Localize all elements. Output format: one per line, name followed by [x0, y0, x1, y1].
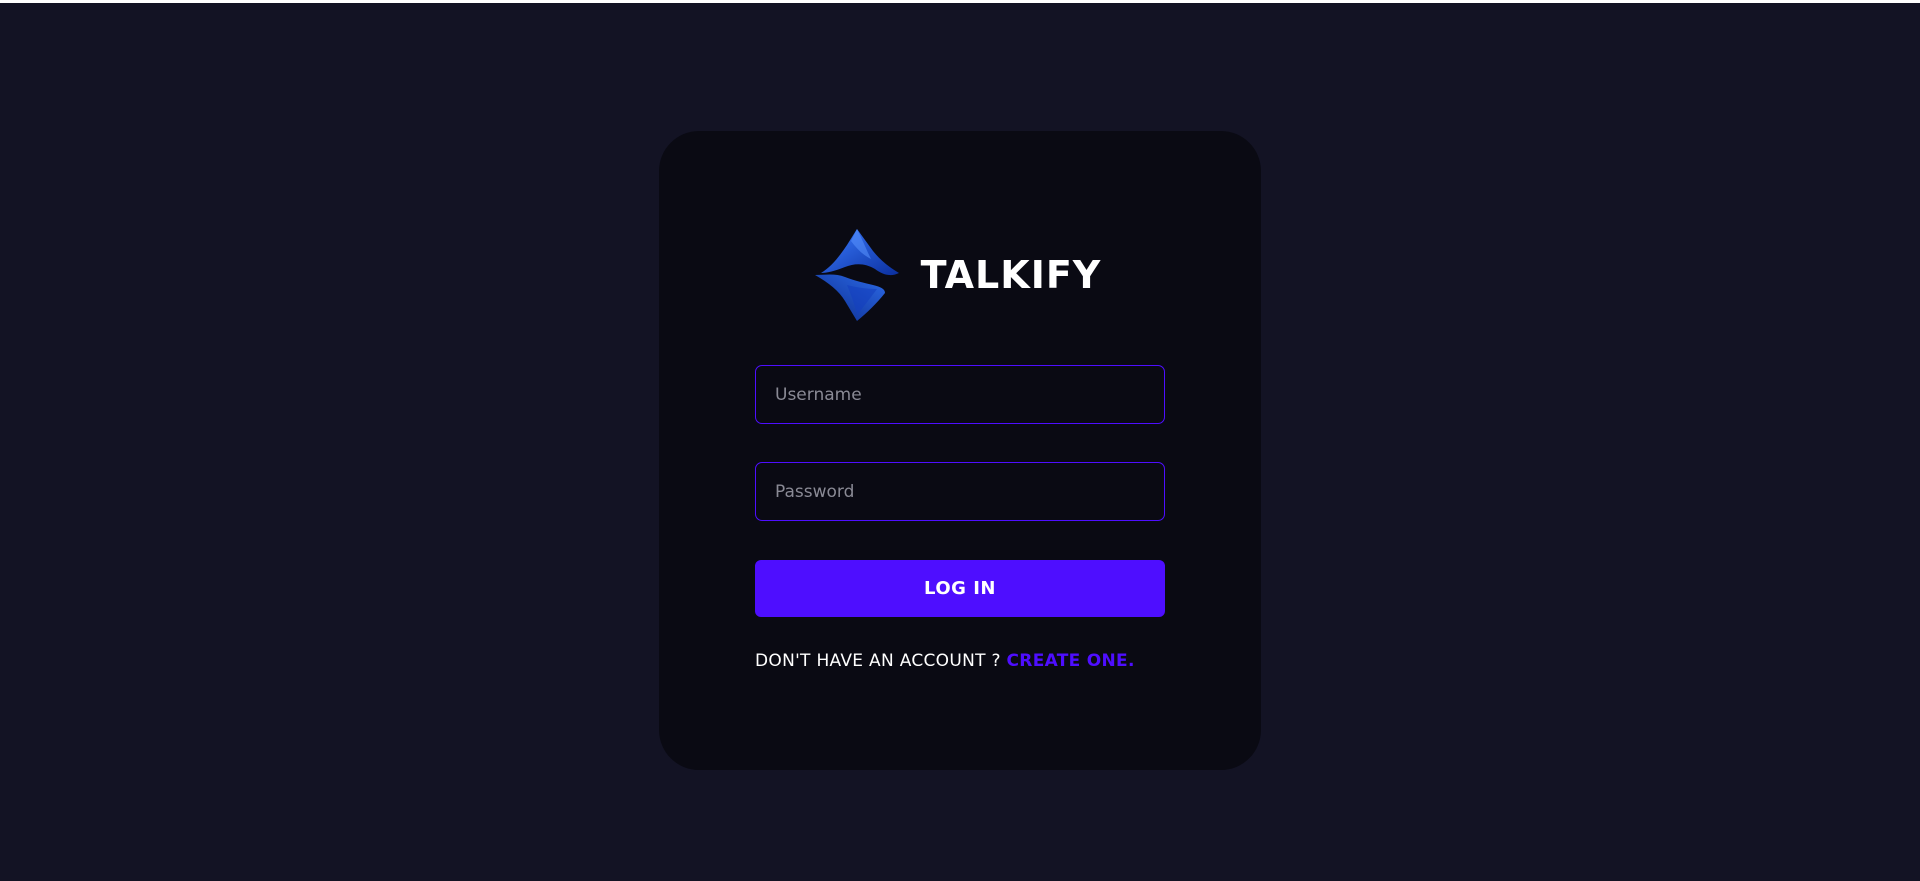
signup-prompt-text: DON'T HAVE AN ACCOUNT ?	[755, 651, 1007, 671]
login-page: TALKIFY LOG IN DON'T HAVE AN ACCOUNT ? C…	[0, 3, 1920, 881]
brand-name: TALKIFY	[920, 252, 1102, 297]
signup-prompt-row: DON'T HAVE AN ACCOUNT ? CREATE ONE.	[755, 651, 1175, 677]
brand-header: TALKIFY	[659, 227, 1261, 322]
login-card: TALKIFY LOG IN DON'T HAVE AN ACCOUNT ? C…	[659, 131, 1261, 770]
username-input[interactable]	[755, 365, 1165, 424]
create-account-link[interactable]: CREATE ONE.	[1007, 651, 1135, 671]
s-diamond-logo-icon	[814, 229, 899, 321]
password-input[interactable]	[755, 462, 1165, 521]
login-button[interactable]: LOG IN	[755, 560, 1165, 617]
